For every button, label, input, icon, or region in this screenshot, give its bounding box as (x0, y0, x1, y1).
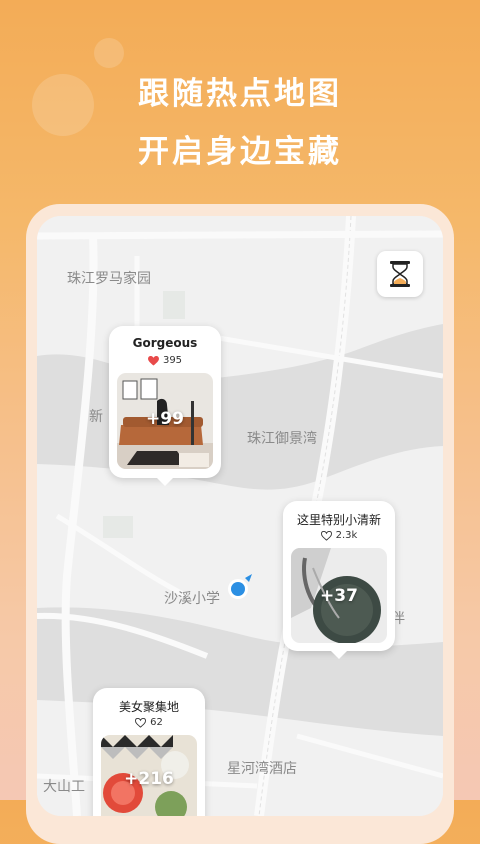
pin-likes: 2.3k (283, 530, 395, 541)
location-marker-icon[interactable] (225, 574, 253, 602)
map-label-xinghewan-hotel: 星河湾酒店 (227, 761, 297, 777)
pin-like-count: 62 (150, 717, 163, 728)
map-label-dashan: 大山工 (43, 779, 85, 795)
pin-like-count: 395 (162, 355, 183, 366)
headline-line1: 跟随热点地图 (138, 76, 342, 112)
map-pin-card[interactable]: 这里特别小清新 2.3k +37 (283, 501, 395, 659)
map-label-zhujiang-roma: 珠江罗马家园 (67, 271, 151, 287)
pin-photo: +216 (101, 735, 197, 816)
decor-bubble-small (94, 38, 124, 68)
map-pin-card[interactable]: 美女聚集地 62 +216 (93, 688, 205, 816)
pin-likes: 62 (93, 717, 205, 728)
headline-line2: 开启身边宝藏 (138, 134, 342, 170)
pin-like-count: 2.3k (335, 530, 358, 541)
time-filter-button[interactable] (377, 251, 423, 297)
pin-photo: +37 (291, 548, 387, 643)
hourglass-icon (390, 261, 410, 287)
heart-filled-icon (147, 355, 159, 366)
heart-outline-icon (135, 717, 147, 728)
map-screen[interactable]: 珠江罗马家园 新 珠江御景湾 沙溪小学 伴 星河湾酒店 大山工 Gorgeous… (37, 216, 443, 816)
pin-photo: +99 (117, 373, 213, 469)
pin-title: 这里特别小清新 (296, 513, 381, 527)
heart-outline-icon (320, 530, 332, 541)
pin-title: Gorgeous (132, 336, 198, 350)
map-label-zhujiang-yujing: 珠江御景湾 (247, 431, 317, 447)
pin-photo-count: +37 (320, 586, 358, 606)
pin-likes: 395 (109, 355, 221, 366)
map-pin-card[interactable]: Gorgeous 395 +99 (109, 326, 221, 486)
map-label-xin: 新 (89, 409, 103, 425)
pin-photo-count: +216 (124, 769, 174, 789)
pin-photo-count: +99 (146, 409, 184, 429)
map-label-shaxi-school: 沙溪小学 (164, 591, 220, 607)
pin-title: 美女聚集地 (118, 700, 179, 714)
